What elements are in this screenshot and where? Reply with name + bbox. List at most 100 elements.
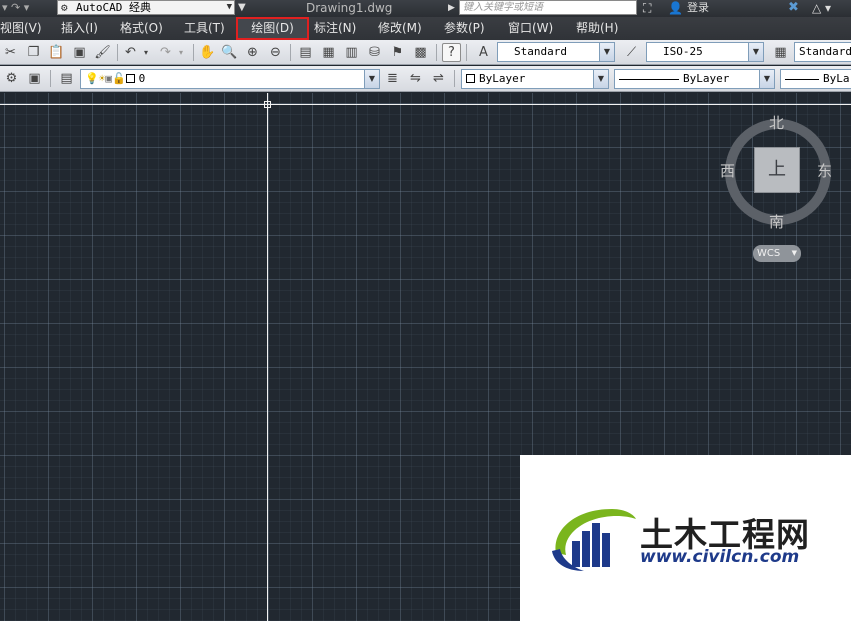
menu-tools[interactable]: 工具(T): [184, 17, 225, 40]
binoculars-icon[interactable]: ⛶: [643, 0, 651, 17]
calculator-icon[interactable]: ▩: [411, 43, 430, 62]
redo-icon[interactable]: ▾ ↷ ▾: [2, 0, 42, 17]
login-button[interactable]: 登录: [687, 0, 709, 17]
paste-icon[interactable]: 📋: [47, 43, 66, 62]
chevron-down-icon: ▼: [599, 43, 614, 61]
design-center-icon[interactable]: ▦: [319, 43, 338, 62]
quick-access-menu-icon[interactable]: ▼: [238, 0, 246, 17]
menu-help[interactable]: 帮助(H): [576, 17, 618, 40]
menu-bar: 视图(V) 插入(I) 格式(O) 工具(T) 绘图(D) 标注(N) 修改(M…: [0, 17, 851, 40]
properties-icon[interactable]: ▤: [296, 43, 315, 62]
crosshair-horizontal: [0, 104, 851, 105]
help-triangle-icon[interactable]: △ ▾: [812, 0, 831, 17]
help-icon[interactable]: ?: [442, 43, 461, 62]
lightbulb-icon: 💡: [85, 72, 99, 85]
sheet-set-icon[interactable]: ⛁: [365, 43, 384, 62]
zoom-realtime-icon[interactable]: 🔍: [220, 43, 239, 62]
paste-special-icon[interactable]: ▣: [70, 43, 89, 62]
menu-modify[interactable]: 修改(M): [378, 17, 422, 40]
pan-icon[interactable]: ✋: [198, 43, 217, 62]
layer-dropdown[interactable]: 💡☀▣🔓 0 ▼: [80, 69, 380, 89]
text-style-icon[interactable]: A: [474, 43, 493, 62]
menu-insert[interactable]: 插入(I): [61, 17, 98, 40]
markup-icon[interactable]: ⚑: [388, 43, 407, 62]
menu-parametric[interactable]: 参数(P): [444, 17, 485, 40]
toolbar-separator: [290, 44, 291, 61]
chevron-down-icon: ▼: [748, 43, 763, 61]
toolbar-separator: [466, 44, 467, 61]
viewcube-east[interactable]: 东: [817, 160, 832, 181]
workspace-label: AutoCAD 经典: [76, 1, 151, 14]
watermark-url: www.civilcn.com: [640, 547, 800, 567]
gear-icon[interactable]: ⚙: [2, 69, 21, 88]
layer-states-icon[interactable]: ▣: [25, 69, 44, 88]
standard-toolbar: ✂ ❐ 📋 ▣ 🖌 ↶ ▾ ↷ ▾ ✋ 🔍 ⊕ ⊖ ▤ ▦ ▥ ⛁ ⚑ ▩ ? …: [0, 40, 851, 65]
table-style-dropdown[interactable]: Standard: [794, 42, 851, 62]
tool-palettes-icon[interactable]: ▥: [342, 43, 361, 62]
user-icon[interactable]: 👤: [668, 0, 683, 17]
ucs-menu-button[interactable]: WCS ▼: [753, 245, 801, 262]
title-bar: ▾ ↷ ▾ ⚙ AutoCAD 经典 ▼ ▼ Drawing1.dwg ▶ 键入…: [0, 0, 851, 17]
make-object-layer-current-icon[interactable]: ≣: [383, 69, 402, 88]
linetype-value: ByLayer: [683, 72, 730, 85]
layers-toolbar: ⚙ ▣ ▤ 💡☀▣🔓 0 ▼ ≣ ⇋ ⇌ ByLayer ▼ ByLayer ▼ …: [0, 66, 851, 92]
zoom-previous-icon[interactable]: ⊖: [266, 43, 285, 62]
ucs-label: WCS: [757, 248, 781, 259]
menu-window[interactable]: 窗口(W): [508, 17, 553, 40]
color-swatch: [466, 74, 475, 83]
workspace-dropdown[interactable]: ⚙ AutoCAD 经典 ▼: [57, 0, 235, 15]
table-style-value: Standard: [799, 45, 851, 58]
toolbar-separator: [454, 70, 455, 87]
redo-icon[interactable]: ↷: [156, 43, 175, 62]
layer-viewport-icon: ▣: [105, 72, 112, 85]
viewcube-west[interactable]: 西: [720, 160, 735, 181]
match-properties-icon[interactable]: 🖌: [93, 43, 112, 62]
toolbar-separator: [117, 44, 118, 61]
document-title: Drawing1.dwg: [306, 1, 393, 15]
cursor-pickbox: [264, 101, 271, 108]
text-style-dropdown[interactable]: Standard ▼: [497, 42, 615, 62]
toolbar-separator: [193, 44, 194, 61]
viewcube-top-face[interactable]: 上: [754, 147, 800, 193]
viewcube-north[interactable]: 北: [769, 112, 784, 133]
viewcube-south[interactable]: 南: [769, 211, 784, 232]
text-style-value: Standard: [514, 45, 567, 58]
search-input[interactable]: 键入关键字或短语: [459, 0, 637, 15]
layer-previous-icon[interactable]: ⇋: [406, 69, 425, 88]
lineweight-dropdown[interactable]: ByLa: [780, 69, 851, 89]
chevron-down-icon: ▼: [226, 2, 232, 12]
color-dropdown[interactable]: ByLayer ▼: [461, 69, 609, 89]
dimension-style-dropdown[interactable]: ISO-25 ▼: [646, 42, 764, 62]
menu-format[interactable]: 格式(O): [120, 17, 163, 40]
redo-dropdown-icon[interactable]: ▾: [175, 43, 187, 62]
current-layer-value: 0: [138, 72, 146, 85]
menu-draw[interactable]: 绘图(D): [236, 17, 309, 40]
crosshair-vertical: [267, 93, 268, 621]
lineweight-value: ByLa: [823, 72, 850, 85]
exchange-icon[interactable]: ✖: [788, 0, 799, 17]
cut-icon[interactable]: ✂: [1, 43, 20, 62]
dimension-style-value: ISO-25: [663, 45, 703, 58]
chevron-down-icon: ▼: [791, 249, 797, 257]
unlock-icon: 🔓: [111, 72, 126, 85]
undo-icon[interactable]: ↶: [121, 43, 140, 62]
menu-dimension[interactable]: 标注(N): [314, 17, 356, 40]
gear-icon: ⚙: [61, 1, 68, 14]
zoom-window-icon[interactable]: ⊕: [243, 43, 262, 62]
toolbar-separator: [50, 70, 51, 87]
menu-view[interactable]: 视图(V): [0, 17, 42, 40]
linetype-sample: [619, 78, 679, 80]
copy-icon[interactable]: ❐: [24, 43, 43, 62]
layer-properties-icon[interactable]: ▤: [57, 69, 76, 88]
color-value: ByLayer: [479, 72, 526, 85]
undo-dropdown-icon[interactable]: ▾: [140, 43, 152, 62]
lineweight-sample: [785, 78, 819, 80]
watermark-logo: [552, 509, 636, 571]
table-style-icon[interactable]: ▦: [771, 43, 790, 62]
dimension-style-icon[interactable]: ⟋: [622, 43, 641, 62]
linetype-dropdown[interactable]: ByLayer ▼: [614, 69, 775, 89]
layer-color-swatch: [125, 74, 135, 83]
play-arrow-icon: ▶: [448, 3, 455, 13]
layer-isolate-icon[interactable]: ⇌: [429, 69, 448, 88]
chevron-down-icon: ▼: [593, 70, 608, 88]
